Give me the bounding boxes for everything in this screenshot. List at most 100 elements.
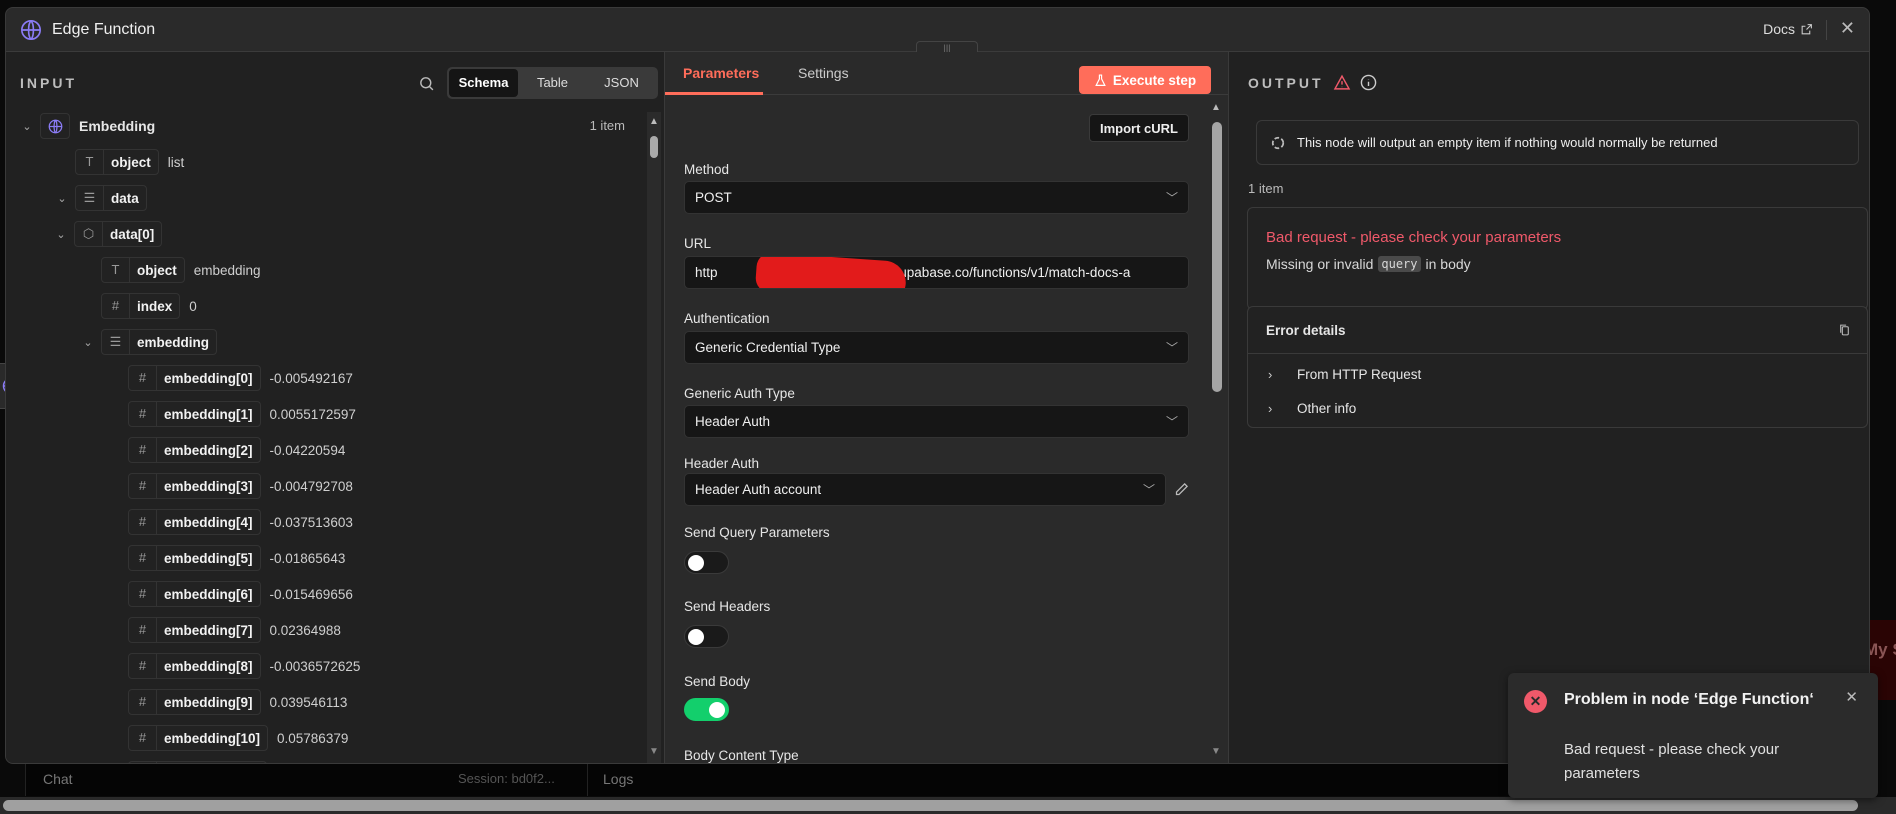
view-mode-table[interactable]: Table <box>518 69 587 97</box>
field-pill[interactable]: Tobject <box>101 257 185 283</box>
error-details-title: Error details <box>1266 322 1346 338</box>
list-type-icon: ☰ <box>76 186 104 210</box>
input-label: INPUT <box>20 75 77 91</box>
field-key: embedding[0] <box>164 370 253 386</box>
scrollbar-thumb[interactable] <box>1212 122 1222 392</box>
tree-row[interactable]: # embedding[8] -0.0036572625 <box>128 652 360 680</box>
tree-row[interactable]: # embedding[7] 0.02364988 <box>128 616 341 644</box>
field-pill[interactable]: # embedding[1] <box>128 401 261 427</box>
field-pill[interactable]: # embedding[0] <box>128 365 261 391</box>
parameters-scrollbar[interactable]: ▲ ▼ <box>1210 96 1224 763</box>
tree-row[interactable]: # embedding[10] 0.05786379 <box>128 724 348 752</box>
input-scrollbar[interactable]: ▲ ▼ <box>647 112 661 763</box>
field-key: embedding[6] <box>164 586 253 602</box>
tree-row[interactable]: Tobject list <box>75 148 184 176</box>
text-type-icon: T <box>102 258 130 282</box>
error-icon: ✕ <box>1524 690 1547 713</box>
details-item-other-info[interactable]: › Other info <box>1248 391 1867 425</box>
field-value: 0.039546113 <box>269 694 348 710</box>
chevron-down-icon[interactable]: ⌄ <box>20 120 34 133</box>
generic-auth-type-select[interactable]: Header Auth ﹀ <box>684 405 1189 438</box>
tree-row[interactable]: # embedding[3] -0.004792708 <box>128 472 353 500</box>
docs-link[interactable]: Docs <box>1763 21 1813 37</box>
chevron-right-icon: › <box>1268 366 1273 382</box>
scroll-up-icon[interactable]: ▲ <box>1211 102 1221 113</box>
url-prefix: http <box>695 265 718 280</box>
close-icon[interactable]: ✕ <box>1840 18 1855 39</box>
send-headers-toggle[interactable] <box>684 625 729 648</box>
chevron-down-icon[interactable]: ⌄ <box>54 228 68 241</box>
toast-message: Bad request - please check your paramete… <box>1564 741 1780 782</box>
tab-settings[interactable]: Settings <box>798 65 849 81</box>
tree-row[interactable]: ⌄ ☰ embedding <box>81 328 226 356</box>
import-curl-button[interactable]: Import cURL <box>1089 114 1189 142</box>
info-icon[interactable] <box>1360 74 1377 91</box>
send-body-toggle[interactable] <box>684 698 729 721</box>
field-value: -0.004792708 <box>269 478 353 494</box>
field-pill[interactable]: # embedding[5] <box>128 545 261 571</box>
logs-tab[interactable]: Logs <box>603 771 633 787</box>
field-pill[interactable]: #embedding[11] <box>128 761 268 763</box>
tree-row[interactable]: # embedding[1] 0.0055172597 <box>128 400 356 428</box>
method-select[interactable]: POST ﹀ <box>684 181 1189 214</box>
chevron-down-icon[interactable]: ⌄ <box>81 336 95 349</box>
tree-row[interactable]: #embedding[11] <box>128 760 276 763</box>
execute-step-button[interactable]: Execute step <box>1079 66 1211 94</box>
warning-icon[interactable] <box>1333 74 1351 91</box>
chevron-down-icon: ﹀ <box>1165 191 1178 205</box>
field-pill[interactable]: # embedding[8] <box>128 653 261 679</box>
view-mode-schema[interactable]: Schema <box>449 69 518 97</box>
search-icon[interactable] <box>418 75 435 92</box>
tree-row[interactable]: ⌄ ⬡ data[0] <box>54 220 171 248</box>
tree-row[interactable]: ⌄ ☰ data <box>55 184 156 212</box>
field-pill[interactable]: # index <box>101 293 181 319</box>
list-type-icon: ☰ <box>102 330 130 354</box>
url-input[interactable]: http supabase.co/functions/v1/match-docs… <box>684 256 1189 289</box>
tree-row[interactable]: Tobject embedding <box>101 256 261 284</box>
field-value: -0.04220594 <box>269 442 346 458</box>
field-key: data <box>111 190 139 206</box>
tree-row[interactable]: # embedding[5] -0.01865643 <box>128 544 345 572</box>
field-pill[interactable]: ⬡ data[0] <box>74 221 163 247</box>
field-pill[interactable]: # embedding[9] <box>128 689 261 715</box>
field-pill[interactable]: Tobject <box>75 149 159 175</box>
field-pill[interactable]: # embedding[10] <box>128 725 269 751</box>
field-pill[interactable]: # embedding[2] <box>128 437 261 463</box>
tab-parameters[interactable]: Parameters <box>683 65 759 81</box>
scroll-down-icon[interactable]: ▼ <box>649 746 659 757</box>
body-content-type-label: Body Content Type <box>684 748 799 763</box>
scroll-down-icon[interactable]: ▼ <box>1211 746 1221 757</box>
horizontal-scrollbar[interactable] <box>0 797 1896 814</box>
tree-row[interactable]: # embedding[4] -0.037513603 <box>128 508 353 536</box>
tree-row[interactable]: # embedding[2] -0.04220594 <box>128 436 345 464</box>
send-query-toggle[interactable] <box>684 551 729 574</box>
copy-icon[interactable] <box>1838 323 1851 337</box>
field-pill[interactable]: # embedding[6] <box>128 581 261 607</box>
field-pill[interactable]: # embedding[3] <box>128 473 261 499</box>
tree-row[interactable]: # embedding[6] -0.015469656 <box>128 580 353 608</box>
scroll-up-icon[interactable]: ▲ <box>649 116 659 127</box>
field-value: 0 <box>189 298 197 314</box>
method-label: Method <box>684 162 730 177</box>
close-icon[interactable]: ✕ <box>1845 688 1858 706</box>
tree-row[interactable]: # index 0 <box>101 292 197 320</box>
chevron-down-icon[interactable]: ⌄ <box>55 192 69 205</box>
globe-icon <box>21 19 41 40</box>
authentication-select[interactable]: Generic Credential Type ﹀ <box>684 331 1189 364</box>
chevron-down-icon: ﹀ <box>1165 341 1178 355</box>
field-pill[interactable]: # embedding[4] <box>128 509 261 535</box>
field-pill[interactable]: # embedding[7] <box>128 617 261 643</box>
scrollbar-thumb[interactable] <box>3 800 1858 811</box>
pencil-icon[interactable] <box>1174 482 1189 497</box>
view-mode-json[interactable]: JSON <box>587 69 656 97</box>
chat-tab[interactable]: Chat <box>43 771 73 787</box>
error-code: query <box>1378 256 1421 272</box>
tree-row[interactable]: # embedding[9] 0.039546113 <box>128 688 347 716</box>
header-auth-select[interactable]: Header Auth account ﹀ <box>684 473 1166 506</box>
field-pill[interactable]: ☰ embedding <box>101 329 218 355</box>
field-pill[interactable]: ☰ data <box>75 185 147 211</box>
tree-root-embedding[interactable]: ⌄ Embedding <box>20 112 155 140</box>
tree-row[interactable]: # embedding[0] -0.005492167 <box>128 364 353 392</box>
details-item-from-http-request[interactable]: › From HTTP Request <box>1248 357 1867 391</box>
scrollbar-thumb[interactable] <box>650 136 658 158</box>
